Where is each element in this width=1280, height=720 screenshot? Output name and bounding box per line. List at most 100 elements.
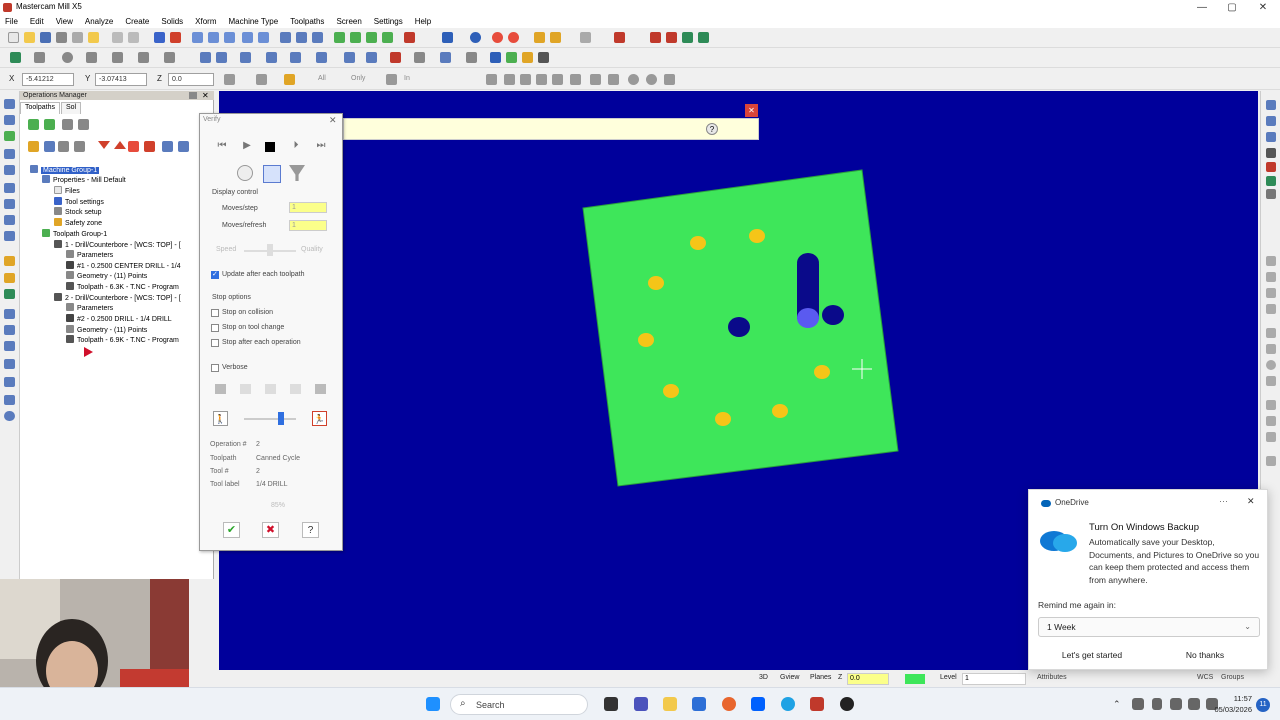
tab-solids[interactable]: Sol bbox=[60, 102, 82, 114]
remind-select[interactable]: 1 Week ⌄ bbox=[1038, 617, 1260, 637]
move-up-icon[interactable] bbox=[114, 141, 126, 149]
firefox-icon[interactable] bbox=[722, 697, 736, 711]
mirror-icon[interactable] bbox=[216, 52, 227, 63]
stop-after-op-checkbox[interactable] bbox=[211, 339, 219, 347]
strip-sort-icon[interactable] bbox=[4, 359, 15, 369]
mastercam-taskbar-icon[interactable] bbox=[810, 697, 824, 711]
undo-select-icon[interactable] bbox=[590, 74, 601, 85]
compare-icon[interactable] bbox=[290, 384, 301, 394]
select-icon[interactable] bbox=[154, 32, 165, 43]
select-dirty-ops-icon[interactable] bbox=[44, 119, 55, 130]
menu-create[interactable]: Create bbox=[125, 15, 149, 28]
strip-curve-icon[interactable] bbox=[4, 165, 15, 175]
menu-xform[interactable]: Xform bbox=[195, 15, 216, 28]
strip-move-icon[interactable] bbox=[4, 289, 15, 299]
open-folder-icon[interactable] bbox=[24, 32, 35, 43]
tree-row[interactable]: Geometry - (11) Points bbox=[66, 325, 147, 335]
toolpath-icon[interactable] bbox=[404, 32, 415, 43]
tree-row[interactable]: Toolpath - 6.9K - T.NC - Program bbox=[66, 335, 179, 345]
vector-select-icon[interactable] bbox=[536, 74, 547, 85]
clock-time[interactable]: 11:57 bbox=[1222, 694, 1252, 703]
task-view-icon[interactable] bbox=[604, 697, 618, 711]
save-stl-icon[interactable] bbox=[315, 384, 326, 394]
gray-ball-icon[interactable] bbox=[538, 52, 549, 63]
right-surface-icon[interactable] bbox=[1266, 256, 1276, 266]
settings-icon[interactable] bbox=[466, 52, 477, 63]
right-red-icon[interactable] bbox=[1266, 162, 1276, 172]
offset-icon[interactable] bbox=[164, 52, 175, 63]
tree-row[interactable]: 2 - Drill/Counterbore - [WCS: TOP] - [ bbox=[54, 293, 181, 303]
edge-icon[interactable] bbox=[781, 697, 795, 711]
menu-view[interactable]: View bbox=[56, 15, 73, 28]
zoom-previous-icon[interactable] bbox=[258, 32, 269, 43]
stop-tool-change-checkbox[interactable] bbox=[211, 324, 219, 332]
menu-solids[interactable]: Solids bbox=[161, 15, 183, 28]
store-icon[interactable] bbox=[692, 697, 706, 711]
rectangle-icon[interactable] bbox=[86, 52, 97, 63]
status-3d[interactable]: 3D bbox=[759, 674, 768, 681]
no-thanks-button[interactable]: No thanks bbox=[1151, 646, 1259, 664]
right-rotate-icon[interactable] bbox=[1266, 116, 1276, 126]
strip-scale-icon[interactable] bbox=[4, 231, 15, 241]
tree-row[interactable]: Machine Group-1 bbox=[30, 165, 100, 175]
scroll-icon[interactable] bbox=[144, 141, 155, 152]
search-box[interactable]: ⌕ Search bbox=[450, 694, 588, 715]
strip-layer-icon[interactable] bbox=[4, 115, 15, 125]
verify-select-icon[interactable] bbox=[608, 74, 619, 85]
zoom-fit-icon[interactable] bbox=[192, 32, 203, 43]
stop-icon[interactable] bbox=[265, 142, 275, 152]
tree-row[interactable]: Files bbox=[54, 186, 80, 196]
in-selector[interactable]: In bbox=[404, 75, 410, 82]
right-green-icon[interactable] bbox=[1266, 176, 1276, 186]
strip-solid-icon[interactable] bbox=[4, 131, 15, 141]
tree-row[interactable]: Toolpath Group-1 bbox=[42, 229, 107, 239]
strip-rotate-icon[interactable] bbox=[4, 215, 15, 225]
right-solid-icon[interactable] bbox=[1266, 328, 1276, 338]
close-button[interactable]: ✕ bbox=[1246, 0, 1280, 15]
menu-screen[interactable]: Screen bbox=[336, 15, 361, 28]
shaded-icon[interactable] bbox=[350, 32, 361, 43]
chevron-up-icon[interactable]: ⌃ bbox=[1113, 699, 1127, 709]
help-question-icon[interactable] bbox=[284, 74, 295, 85]
clear-select-icon[interactable] bbox=[628, 74, 639, 85]
hidden-line-icon[interactable] bbox=[382, 32, 393, 43]
help-ops-icon[interactable] bbox=[178, 141, 189, 152]
tool-display-icon[interactable] bbox=[289, 165, 305, 181]
green-ball-icon[interactable] bbox=[506, 52, 517, 63]
help-button[interactable]: ? bbox=[302, 522, 319, 538]
stop-collision-checkbox[interactable] bbox=[211, 309, 219, 317]
analyze-icon[interactable] bbox=[316, 52, 327, 63]
moves-step-input[interactable]: 1 bbox=[289, 202, 327, 213]
right-axis-icon[interactable] bbox=[1266, 189, 1276, 199]
color-swatch[interactable] bbox=[905, 674, 925, 684]
volume-icon[interactable] bbox=[1188, 698, 1200, 710]
right-shell-icon[interactable] bbox=[1266, 344, 1276, 354]
file-explorer-icon[interactable] bbox=[663, 697, 677, 711]
translate-icon[interactable] bbox=[200, 52, 211, 63]
pointer-icon[interactable] bbox=[486, 74, 497, 85]
new-file-icon[interactable] bbox=[8, 32, 19, 43]
fast-forward-icon[interactable]: ⏭ bbox=[315, 140, 327, 152]
rotate-icon[interactable] bbox=[240, 52, 251, 63]
help-icon[interactable] bbox=[614, 32, 625, 43]
chain-icon[interactable] bbox=[550, 32, 561, 43]
paste-icon[interactable] bbox=[88, 32, 99, 43]
tree-row[interactable]: Parameters bbox=[66, 303, 113, 313]
maximize-button[interactable]: ▢ bbox=[1215, 0, 1249, 15]
iso-view-icon[interactable] bbox=[334, 32, 345, 43]
rewind-icon[interactable]: ⏮ bbox=[216, 140, 228, 152]
fast-point-icon[interactable] bbox=[224, 74, 235, 85]
lets-get-started-button[interactable]: Let's get started bbox=[1038, 646, 1146, 664]
minimize-button[interactable]: — bbox=[1185, 0, 1219, 15]
regenerate-dirty-icon[interactable] bbox=[78, 119, 89, 130]
orange-ball-icon[interactable] bbox=[522, 52, 533, 63]
chain-select-icon[interactable] bbox=[570, 74, 581, 85]
right-extra-icon[interactable] bbox=[1266, 456, 1276, 466]
blue-ball-icon[interactable] bbox=[490, 52, 501, 63]
layer-icon[interactable] bbox=[440, 52, 451, 63]
menu-analyze[interactable]: Analyze bbox=[85, 15, 113, 28]
teams-icon[interactable] bbox=[634, 697, 648, 711]
notification-badge[interactable]: 11 bbox=[1256, 698, 1270, 712]
grid-icon[interactable] bbox=[366, 52, 377, 63]
right-sweep-icon[interactable] bbox=[1266, 288, 1276, 298]
